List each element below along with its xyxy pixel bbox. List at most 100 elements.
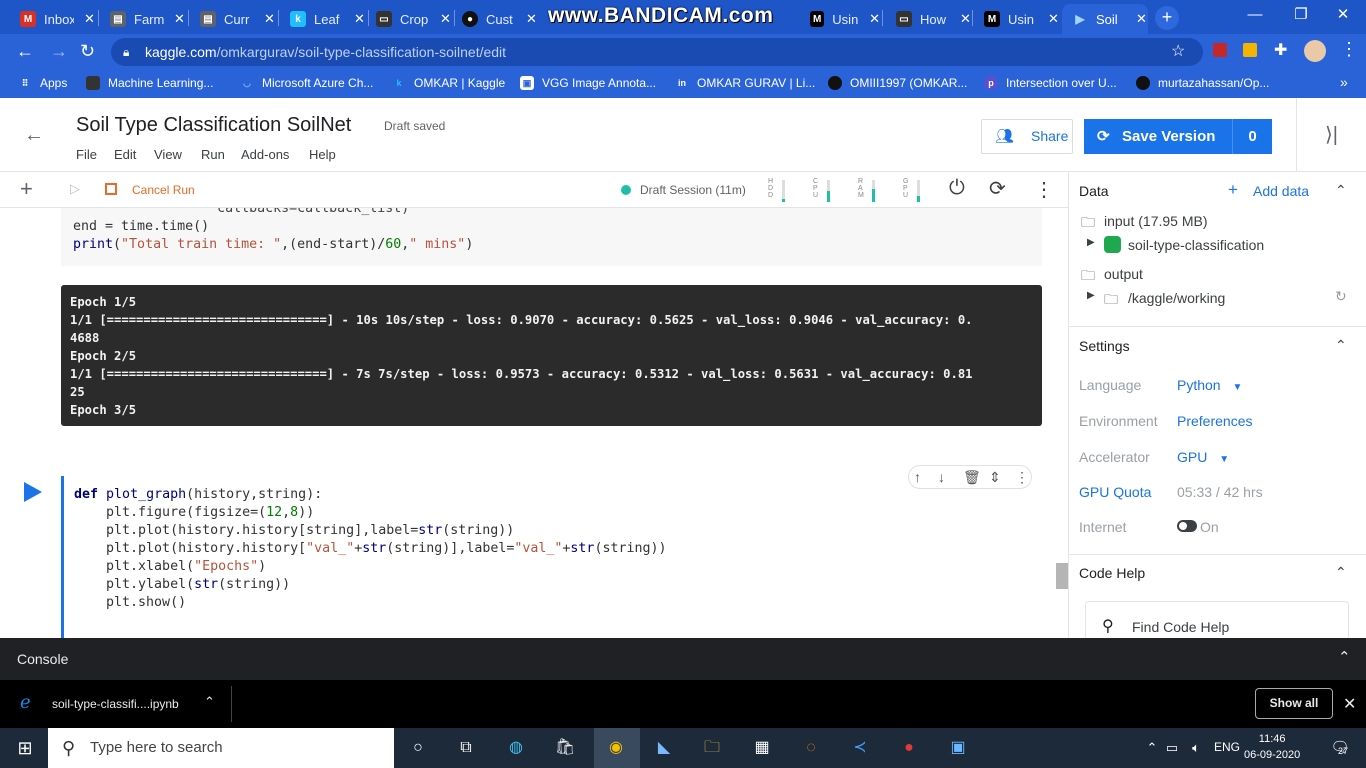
save-version-button[interactable]: ⟳ Save Version 0: [1084, 119, 1272, 154]
taskbar-search-input[interactable]: ⚲ Type here to search: [48, 728, 394, 768]
code-cell[interactable]: callbacks=callback_list) end = time.time…: [61, 208, 1042, 266]
collapse-sidebar-icon[interactable]: ⟩|: [1296, 98, 1366, 172]
scrollbar-thumb[interactable]: [1056, 563, 1068, 589]
network-icon[interactable]: ▭: [1160, 736, 1184, 760]
output-folder[interactable]: output: [1104, 266, 1143, 282]
bookmark-item[interactable]: ▣ VGG Image Annota...: [520, 76, 656, 90]
chevron-up-icon[interactable]: ⌃: [1338, 648, 1351, 666]
browser-tab[interactable]: ▤ Curr ✕: [190, 4, 278, 34]
edge-icon[interactable]: ◍: [504, 736, 528, 760]
tab-close-icon[interactable]: ✕: [354, 11, 365, 27]
tab-close-icon[interactable]: ✕: [1136, 11, 1147, 27]
gpu-quota-link[interactable]: GPU Quota: [1079, 484, 1151, 500]
browser-tab[interactable]: ▭ How ✕: [886, 4, 974, 34]
run-icon[interactable]: ▷: [70, 181, 80, 197]
ram-meter[interactable]: RAM: [858, 178, 882, 202]
bookmark-item[interactable]: p Intersection over U...: [984, 76, 1117, 90]
expand-arrow-icon[interactable]: ▶: [1087, 237, 1095, 248]
chevron-up-icon[interactable]: ⌃: [1335, 564, 1347, 581]
run-cell-icon[interactable]: [24, 482, 42, 502]
share-button[interactable]: 👥︎ Share: [981, 119, 1073, 154]
restore-icon[interactable]: ❐: [1278, 0, 1324, 32]
show-all-button[interactable]: Show all: [1255, 688, 1333, 719]
preferences-link[interactable]: Preferences: [1177, 413, 1252, 429]
bookmark-item[interactable]: in OMKAR GURAV | Li...: [675, 76, 815, 90]
jupyter-icon[interactable]: ◌: [799, 736, 823, 760]
extension-icon[interactable]: [1213, 43, 1227, 57]
bookmark-item[interactable]: OMIII1997 (OMKAR...: [828, 76, 967, 90]
bookmark-star-icon[interactable]: ☆: [1171, 38, 1185, 66]
bookmark-item[interactable]: Machine Learning...: [86, 76, 213, 90]
browser-tab[interactable]: M Usin ✕: [800, 4, 880, 34]
tab-close-icon[interactable]: ✕: [526, 11, 537, 27]
chevron-up-icon[interactable]: ⌃: [204, 694, 215, 710]
windows-start-icon[interactable]: ⊞: [13, 736, 37, 760]
cortana-icon[interactable]: ○: [406, 736, 430, 760]
find-code-help-input[interactable]: ⚲ Find Code Help: [1085, 601, 1349, 641]
input-folder[interactable]: input (17.95 MB): [1104, 213, 1208, 229]
forward-arrow-icon[interactable]: →: [50, 41, 68, 62]
more-options-icon[interactable]: ⋮: [1034, 177, 1054, 202]
code-cell-active[interactable]: def plot_graph(history,string): plt.figu…: [61, 476, 1042, 638]
language-indicator[interactable]: ENG: [1214, 740, 1240, 754]
tab-close-icon[interactable]: ✕: [174, 11, 185, 27]
back-arrow-icon[interactable]: ←: [24, 124, 44, 147]
browser-tab[interactable]: ▭ Crop ✕: [366, 4, 454, 34]
working-folder[interactable]: /kaggle/working: [1128, 290, 1225, 306]
bookmark-apps[interactable]: ⠿ Apps: [18, 76, 68, 90]
back-arrow-icon[interactable]: ←: [16, 41, 34, 62]
internet-toggle[interactable]: [1177, 520, 1197, 532]
page-title[interactable]: Soil Type Classification SoilNet: [76, 114, 351, 137]
expand-arrow-icon[interactable]: ▶: [1087, 290, 1095, 301]
browser-tab[interactable]: M Inbox ✕: [10, 4, 98, 34]
console-bar[interactable]: Console ⌃: [0, 638, 1366, 680]
store-icon[interactable]: 🛍︎: [553, 736, 577, 760]
bookmarks-overflow-icon[interactable]: »: [1340, 74, 1348, 90]
download-item[interactable]: soil-type-classifi....ipynb: [52, 697, 179, 711]
tab-close-icon[interactable]: ✕: [960, 11, 971, 27]
reload-icon[interactable]: ↻: [80, 41, 95, 62]
app-icon[interactable]: ◣: [652, 736, 676, 760]
photos-icon[interactable]: ▦: [750, 736, 774, 760]
tab-close-icon[interactable]: ✕: [1048, 11, 1059, 27]
url-bar[interactable]: 🔒︎ kaggle.com/omkargurav/soil-type-class…: [111, 38, 1203, 66]
paint-icon[interactable]: ▣: [946, 736, 970, 760]
kebab-menu-icon[interactable]: ⋮: [1340, 39, 1358, 60]
add-cell-icon[interactable]: +: [20, 176, 33, 202]
menu-view[interactable]: View: [154, 147, 182, 162]
task-view-icon[interactable]: ⧉: [454, 736, 478, 760]
browser-tab[interactable]: ▤ Farm ✕: [100, 4, 188, 34]
minimize-icon[interactable]: —: [1232, 0, 1278, 32]
bandicam-record-icon[interactable]: ●: [897, 736, 921, 760]
dataset-item[interactable]: soil-type-classification: [1128, 237, 1264, 253]
accelerator-select[interactable]: GPU ▼: [1177, 449, 1229, 465]
menu-edit[interactable]: Edit: [114, 147, 136, 162]
extension-icon[interactable]: [1243, 43, 1257, 57]
tab-close-icon[interactable]: ✕: [84, 11, 95, 27]
cancel-run-button[interactable]: Cancel Run: [132, 183, 195, 197]
vscode-icon[interactable]: ≺: [848, 736, 872, 760]
refresh-icon[interactable]: ↻: [1335, 288, 1347, 305]
menu-add-ons[interactable]: Add-ons: [241, 147, 289, 162]
bookmark-item[interactable]: k OMKAR | Kaggle: [392, 76, 505, 90]
gpu-meter[interactable]: GPU: [903, 178, 927, 202]
browser-tab-active[interactable]: ▶ Soil ✕: [1062, 4, 1148, 34]
bookmark-item[interactable]: ◡ Microsoft Azure Ch...: [240, 76, 373, 90]
menu-file[interactable]: File: [76, 147, 97, 162]
tab-close-icon[interactable]: ✕: [869, 11, 880, 27]
chevron-up-icon[interactable]: ⌃: [1335, 182, 1347, 199]
chevron-up-icon[interactable]: ⌃: [1335, 337, 1347, 354]
stop-icon[interactable]: [105, 183, 117, 195]
language-select[interactable]: Python ▼: [1177, 377, 1242, 393]
restart-icon[interactable]: ⟳: [989, 176, 1006, 201]
cpu-meter[interactable]: CPU: [813, 178, 837, 202]
tab-close-icon[interactable]: ✕: [440, 11, 451, 27]
close-icon[interactable]: ✕: [1343, 694, 1356, 714]
clock[interactable]: 11:46 06-09-2020: [1244, 731, 1300, 763]
browser-tab[interactable]: k Leaf ✕: [280, 4, 368, 34]
volume-icon[interactable]: 🔈︎: [1184, 736, 1208, 760]
draft-session-status[interactable]: Draft Session (11m): [640, 183, 746, 197]
chrome-icon[interactable]: ◉: [604, 736, 628, 760]
menu-run[interactable]: Run: [201, 147, 225, 162]
bookmark-item[interactable]: murtazahassan/Op...: [1136, 76, 1269, 90]
